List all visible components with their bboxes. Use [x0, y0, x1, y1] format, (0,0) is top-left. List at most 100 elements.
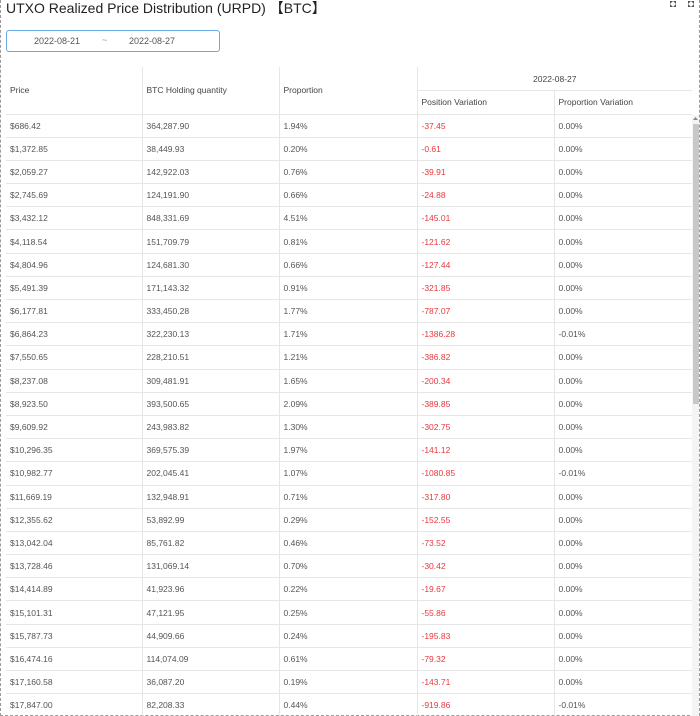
- cell-proportion: 1.65%: [279, 369, 418, 393]
- cell-proportion-variation: -0.01%: [554, 693, 692, 716]
- cell-holding: 132,948.91: [142, 485, 280, 509]
- cell-proportion-variation: -0.01%: [554, 461, 692, 486]
- cell-price: $10,982.77: [6, 461, 143, 486]
- cell-proportion: 1.07%: [279, 461, 418, 486]
- cell-price: $15,101.31: [6, 600, 143, 625]
- column-header-price: Price: [6, 67, 143, 115]
- cell-position-variation: -39.91: [417, 160, 555, 185]
- cell-price: $16,474.16: [6, 647, 143, 672]
- cell-proportion-variation: 0.00%: [554, 114, 692, 138]
- cell-price: $12,355.62: [6, 508, 143, 532]
- table-row: $1,372.85 38,449.93 0.20% -0.61 0.00%: [6, 137, 692, 161]
- frame-left-edge: [0, 0, 1, 716]
- cell-price: $17,160.58: [6, 670, 143, 695]
- cell-position-variation: -1386.28: [417, 322, 555, 347]
- cell-proportion: 0.44%: [279, 693, 418, 716]
- cell-position-variation: -0.61: [417, 137, 555, 161]
- cell-position-variation: -127.44: [417, 253, 555, 277]
- cell-proportion-variation: 0.00%: [554, 369, 692, 393]
- date-range-end[interactable]: 2022-08-27: [129, 36, 175, 46]
- cell-proportion: 0.46%: [279, 531, 418, 556]
- cell-proportion-variation: 0.00%: [554, 392, 692, 416]
- cell-position-variation: -321.85: [417, 276, 555, 301]
- cell-holding: 333,450.28: [142, 299, 280, 324]
- cell-proportion: 0.22%: [279, 577, 418, 602]
- cell-position-variation: -787.07: [417, 299, 555, 324]
- scrollbar-thumb[interactable]: [693, 124, 699, 404]
- cell-holding: 151,709.79: [142, 229, 280, 254]
- table-row: $15,787.73 44,909.66 0.24% -195.83 0.00%: [6, 624, 692, 648]
- cell-proportion-variation: -0.01%: [554, 322, 692, 347]
- cell-position-variation: -389.85: [417, 392, 555, 416]
- cell-holding: 322,230.13: [142, 322, 280, 347]
- column-header-position-variation: Position Variation: [417, 90, 555, 115]
- cell-price: $3,432.12: [6, 206, 143, 231]
- cell-holding: 202,045.41: [142, 461, 280, 486]
- cell-price: $15,787.73: [6, 624, 143, 648]
- table-row: $13,042.04 85,761.82 0.46% -73.52 0.00%: [6, 531, 692, 556]
- cell-price: $7,550.65: [6, 345, 143, 370]
- cell-proportion-variation: 0.00%: [554, 345, 692, 370]
- cell-proportion-variation: 0.00%: [554, 531, 692, 556]
- cell-proportion-variation: 0.00%: [554, 299, 692, 324]
- cell-holding: 38,449.93: [142, 137, 280, 161]
- cell-proportion-variation: 0.00%: [554, 508, 692, 532]
- cell-proportion-variation: 0.00%: [554, 647, 692, 672]
- scroll-up-arrow-icon[interactable]: [692, 115, 699, 122]
- cell-position-variation: -302.75: [417, 415, 555, 440]
- cell-position-variation: -37.45: [417, 114, 555, 138]
- table-row: $3,432.12 848,331.69 4.51% -145.01 0.00%: [6, 206, 692, 231]
- cell-proportion: 0.24%: [279, 624, 418, 648]
- table-row: $2,059.27 142,922.03 0.76% -39.91 0.00%: [6, 160, 692, 185]
- table-row: $2,745.69 124,191.90 0.66% -24.88 0.00%: [6, 183, 692, 208]
- cell-proportion: 0.76%: [279, 160, 418, 185]
- cell-position-variation: -317.80: [417, 485, 555, 509]
- cell-position-variation: -145.01: [417, 206, 555, 231]
- table-row: $5,491.39 171,143.32 0.91% -321.85 0.00%: [6, 276, 692, 301]
- table-row: $686.42 364,287.90 1.94% -37.45 0.00%: [6, 114, 692, 138]
- cell-proportion-variation: 0.00%: [554, 160, 692, 185]
- table-row: $10,982.77 202,045.41 1.07% -1080.85 -0.01%: [6, 461, 692, 486]
- cell-holding: 142,922.03: [142, 160, 280, 185]
- cell-proportion: 0.66%: [279, 253, 418, 277]
- cell-price: $4,804.96: [6, 253, 143, 277]
- cell-position-variation: -143.71: [417, 670, 555, 695]
- cell-price: $17,847.00: [6, 693, 143, 716]
- cell-holding: 309,481.91: [142, 369, 280, 393]
- date-range-picker[interactable]: 2022-08-21 ~ 2022-08-27: [6, 30, 220, 52]
- date-range-separator: ~: [102, 35, 108, 45]
- table-row: $6,864.23 322,230.13 1.71% -1386.28 -0.01%: [6, 322, 692, 347]
- cell-position-variation: -200.34: [417, 369, 555, 393]
- cell-proportion-variation: 0.00%: [554, 577, 692, 602]
- table-row: $11,669.19 132,948.91 0.71% -317.80 0.00%: [6, 485, 692, 509]
- cell-holding: 44,909.66: [142, 624, 280, 648]
- table-row: $9,609.92 243,983.82 1.30% -302.75 0.00%: [6, 415, 692, 440]
- table-row: $14,414.89 41,923.96 0.22% -19.67 0.00%: [6, 577, 692, 602]
- cell-proportion: 0.29%: [279, 508, 418, 532]
- cell-proportion: 0.71%: [279, 485, 418, 509]
- cell-holding: 53,892.99: [142, 508, 280, 532]
- table-row: $13,728.46 131,069.14 0.70% -30.42 0.00%: [6, 554, 692, 579]
- cell-proportion: 1.94%: [279, 114, 418, 138]
- cell-proportion: 4.51%: [279, 206, 418, 231]
- cell-holding: 47,121.95: [142, 600, 280, 625]
- vertical-scrollbar[interactable]: [692, 115, 699, 716]
- date-range-start[interactable]: 2022-08-21: [34, 36, 80, 46]
- cell-price: $14,414.89: [6, 577, 143, 602]
- cell-price: $2,059.27: [6, 160, 143, 185]
- cell-price: $6,177.81: [6, 299, 143, 324]
- cell-position-variation: -386.82: [417, 345, 555, 370]
- column-header-proportion-variation: Proportion Variation: [554, 90, 692, 115]
- table-row: $10,296.35 369,575.39 1.97% -141.12 0.00%: [6, 438, 692, 463]
- cell-holding: 171,143.32: [142, 276, 280, 301]
- table-row: $4,804.96 124,681.30 0.66% -127.44 0.00%: [6, 253, 692, 277]
- cell-price: $13,042.04: [6, 531, 143, 556]
- expand-icon[interactable]: [669, 0, 695, 8]
- cell-price: $9,609.92: [6, 415, 143, 440]
- cell-price: $5,491.39: [6, 276, 143, 301]
- column-header-proportion: Proportion: [279, 67, 418, 115]
- cell-holding: 124,191.90: [142, 183, 280, 208]
- cell-position-variation: -152.55: [417, 508, 555, 532]
- cell-price: $11,669.19: [6, 485, 143, 509]
- table-row: $7,550.65 228,210.51 1.21% -386.82 0.00%: [6, 345, 692, 370]
